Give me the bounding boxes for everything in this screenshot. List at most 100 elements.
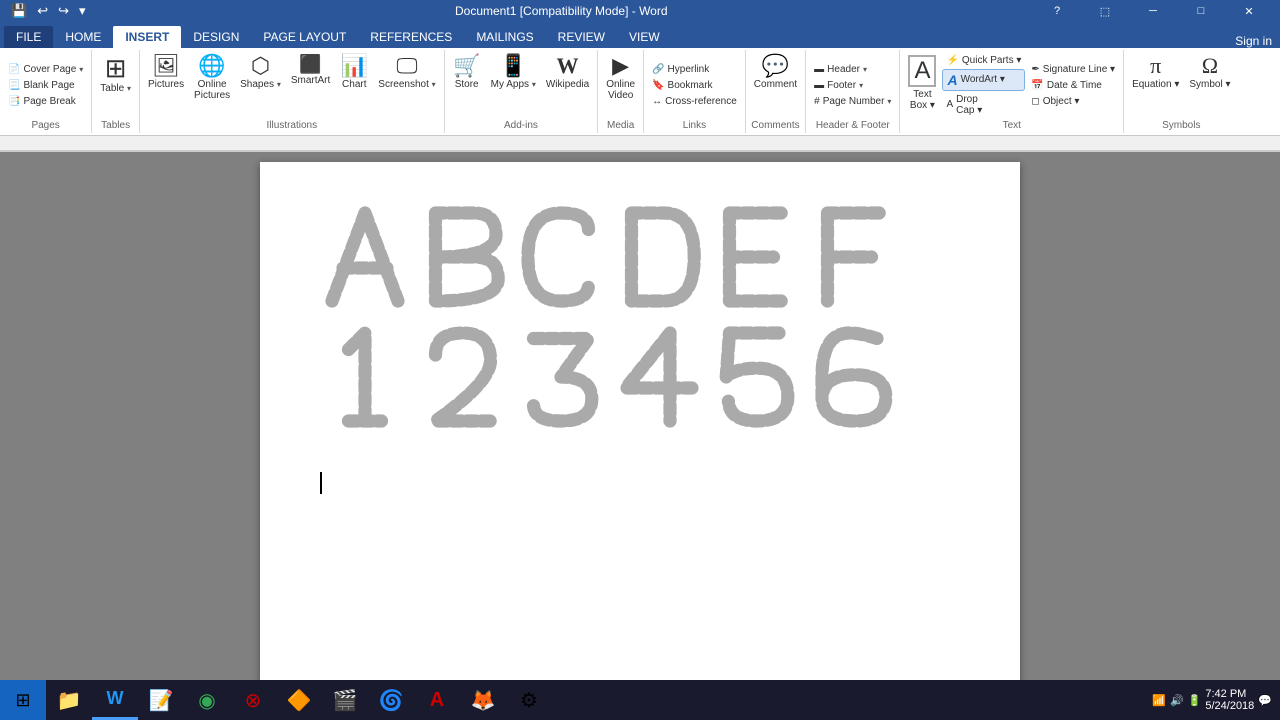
wordart-button[interactable]: A WordArt ▾ xyxy=(942,69,1025,91)
cover-page-button[interactable]: 📄 Cover Page▾ xyxy=(4,62,87,77)
tab-insert[interactable]: INSERT xyxy=(113,26,181,48)
quick-access-toolbar[interactable]: 💾 ↩ ↪ ▾ xyxy=(8,3,89,19)
tab-review[interactable]: REVIEW xyxy=(546,26,617,48)
comments-label: Comments xyxy=(750,118,801,131)
smartart-icon: ⬛ xyxy=(299,55,321,73)
word-taskbar-button[interactable]: W xyxy=(92,680,138,720)
ruler: /* ruler marks drawn via CSS */ xyxy=(0,136,1280,152)
chrome-taskbar-button[interactable]: ◉ xyxy=(184,680,230,720)
tables-label: Tables xyxy=(96,118,135,131)
page-number-button[interactable]: # Page Number▾ xyxy=(810,94,895,109)
equation-button[interactable]: π Equation ▾ xyxy=(1128,52,1183,93)
screenshot-button[interactable]: 🖵 Screenshot ▾ xyxy=(374,52,439,93)
volume-icon: 🔊 xyxy=(1170,694,1184,707)
number-1 xyxy=(320,322,410,432)
network-icon: 📶 xyxy=(1152,694,1166,707)
quick-parts-button[interactable]: ⚡ Quick Parts ▾ xyxy=(942,53,1025,68)
chart-button[interactable]: 📊 Chart xyxy=(336,52,372,93)
my-apps-button[interactable]: 📱 My Apps ▾ xyxy=(487,52,540,93)
header-footer-group: ▬ Header▾ ▬ Footer▾ # Page Number▾ Heade… xyxy=(806,50,900,133)
opera-taskbar-button[interactable]: ⊗ xyxy=(230,680,276,720)
tab-mailings[interactable]: MAILINGS xyxy=(464,26,545,48)
tab-design[interactable]: DESIGN xyxy=(181,26,251,48)
blank-page-icon: 📃 xyxy=(8,80,20,91)
adobe-taskbar-button[interactable]: A xyxy=(414,680,460,720)
tab-view[interactable]: VIEW xyxy=(617,26,672,48)
page-number-icon: # xyxy=(814,96,820,107)
close-button[interactable]: ✕ xyxy=(1226,0,1272,22)
pages-label: Pages xyxy=(4,118,87,131)
symbol-button[interactable]: Ω Symbol ▾ xyxy=(1185,52,1234,93)
symbols-label: Symbols xyxy=(1128,118,1234,131)
date-time-button[interactable]: 📅 Date & Time xyxy=(1027,78,1119,93)
my-apps-icon: 📱 xyxy=(500,55,527,77)
notifications-icon[interactable]: 💬 xyxy=(1258,694,1272,707)
hyperlink-button[interactable]: 🔗 Hyperlink xyxy=(648,62,741,77)
browser-taskbar-button[interactable]: 🌀 xyxy=(368,680,414,720)
drop-cap-button[interactable]: A DropCap ▾ xyxy=(942,92,1025,118)
signature-line-button[interactable]: ✒ Signature Line ▾ xyxy=(1027,62,1119,77)
online-video-button[interactable]: ▶ OnlineVideo xyxy=(602,52,639,104)
letters-row xyxy=(320,202,900,312)
tab-page-layout[interactable]: PAGE LAYOUT xyxy=(251,26,358,48)
window-title: Document1 [Compatibility Mode] - Word xyxy=(89,4,1034,18)
notepad-taskbar-button[interactable]: 📝 xyxy=(138,680,184,720)
letter-F xyxy=(810,202,900,312)
help-button[interactable]: ? xyxy=(1034,0,1080,22)
cover-page-icon: 📄 xyxy=(8,64,20,75)
shapes-button[interactable]: ⬡ Shapes ▾ xyxy=(236,52,285,93)
undo-icon[interactable]: ↩ xyxy=(34,3,51,19)
file-explorer-button[interactable]: 📁 xyxy=(46,680,92,720)
maximize-button[interactable]: □ xyxy=(1178,0,1224,22)
ribbon-display-button[interactable]: ⬚ xyxy=(1082,0,1128,22)
page-break-button[interactable]: 📑 Page Break xyxy=(4,94,87,109)
table-button[interactable]: ⊞ Table ▾ xyxy=(96,52,135,97)
redo-icon[interactable]: ↪ xyxy=(55,3,72,19)
video-taskbar-button[interactable]: 🎬 xyxy=(322,680,368,720)
ribbon: 📄 Cover Page▾ 📃 Blank Page 📑 Page Break … xyxy=(0,48,1280,136)
save-icon[interactable]: 💾 xyxy=(8,3,30,19)
drop-cap-icon: A xyxy=(946,99,953,110)
footer-button[interactable]: ▬ Footer▾ xyxy=(810,78,895,93)
online-video-icon: ▶ xyxy=(612,55,629,77)
tab-home[interactable]: HOME xyxy=(53,26,113,48)
wikipedia-button[interactable]: W Wikipedia xyxy=(542,52,593,93)
tab-file[interactable]: FILE xyxy=(4,26,53,48)
online-pictures-button[interactable]: 🌐 OnlinePictures xyxy=(190,52,234,104)
taskbar-right: 📶 🔊 🔋 7:42 PM 5/24/2018 💬 xyxy=(1152,688,1280,712)
start-button[interactable]: ⊞ xyxy=(0,680,46,720)
bookmark-button[interactable]: 🔖 Bookmark xyxy=(648,78,741,93)
ribbon-tabs: FILE HOME INSERT DESIGN PAGE LAYOUT REFE… xyxy=(0,22,1280,48)
pictures-button[interactable]: 🖼 Pictures xyxy=(144,52,188,93)
illustrations-label: Illustrations xyxy=(144,118,440,131)
document-container[interactable] xyxy=(0,152,1280,696)
links-label: Links xyxy=(648,118,741,131)
shapes-icon: ⬡ xyxy=(251,55,270,77)
customize-icon[interactable]: ▾ xyxy=(76,3,89,19)
cross-reference-button[interactable]: ↔ Cross-reference xyxy=(648,94,741,109)
sign-in-link[interactable]: Sign in xyxy=(1235,34,1272,48)
tool2-taskbar-button[interactable]: ⚙ xyxy=(506,680,552,720)
minimize-button[interactable]: ─ xyxy=(1130,0,1176,22)
symbol-icon: Ω xyxy=(1202,55,1218,77)
wordart-icon: A xyxy=(947,72,957,88)
store-button[interactable]: 🛒 Store xyxy=(449,52,485,93)
cover-page-arrow: ▾ xyxy=(79,65,83,74)
window-controls[interactable]: ? ⬚ ─ □ ✕ xyxy=(1034,0,1272,22)
blank-page-button[interactable]: 📃 Blank Page xyxy=(4,78,87,93)
text-box-button[interactable]: A TextBox ▾ xyxy=(904,52,940,114)
text-cursor xyxy=(320,472,322,494)
firefox-taskbar-button[interactable]: 🦊 xyxy=(460,680,506,720)
comment-button[interactable]: 💬 Comment xyxy=(750,52,801,93)
document[interactable] xyxy=(260,162,1020,686)
smartart-button[interactable]: ⬛ SmartArt xyxy=(287,52,334,89)
online-pictures-icon: 🌐 xyxy=(198,55,225,77)
header-button[interactable]: ▬ Header▾ xyxy=(810,62,895,77)
vlc-taskbar-button[interactable]: 🔶 xyxy=(276,680,322,720)
pictures-icon: 🖼 xyxy=(152,55,180,77)
object-button[interactable]: ◻ Object ▾ xyxy=(1027,94,1119,109)
pages-group-content: 📄 Cover Page▾ 📃 Blank Page 📑 Page Break xyxy=(4,52,87,118)
header-footer-label: Header & Footer xyxy=(810,118,895,131)
taskbar: ⊞ 📁 W 📝 ◉ ⊗ 🔶 🎬 🌀 A 🦊 ⚙ 📶 🔊 🔋 7:42 PM 5/… xyxy=(0,680,1280,720)
tab-references[interactable]: REFERENCES xyxy=(358,26,464,48)
